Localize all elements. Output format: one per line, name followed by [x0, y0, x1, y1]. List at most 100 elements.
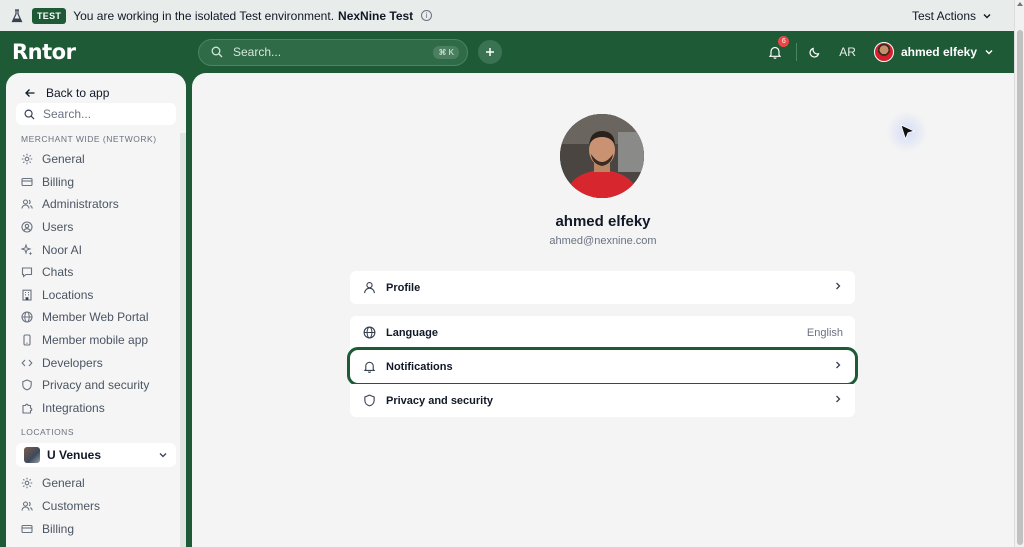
scroll-up-arrow-icon[interactable] [1017, 2, 1023, 6]
sidebar-scrollbar[interactable] [180, 133, 186, 547]
sidebar-item-label: Administrators [42, 197, 119, 212]
users-icon [21, 198, 33, 210]
gear-icon [21, 153, 33, 165]
credit-card-icon [21, 523, 33, 535]
menu-item-label: Privacy and security [386, 394, 494, 407]
sidebar-location-item-billing[interactable]: Billing [6, 517, 186, 540]
back-to-app-link[interactable]: Back to app [6, 73, 186, 103]
chevron-right-icon [833, 360, 843, 373]
plus-icon [486, 48, 494, 56]
sidebar-item-label: Locations [42, 287, 94, 302]
chevron-right-icon [833, 394, 843, 407]
building-icon [21, 289, 33, 301]
sidebar-item-label: Billing [42, 174, 75, 189]
code-icon [21, 357, 33, 369]
sidebar-item-label: Member mobile app [42, 333, 149, 348]
sidebar-item-users[interactable]: Users [6, 216, 186, 239]
language-toggle-button[interactable]: AR [839, 45, 856, 59]
bell-ring-icon [769, 46, 782, 59]
sidebar-item-billing[interactable]: Billing [6, 171, 186, 194]
sidebar-item-label: Integrations [42, 400, 105, 415]
sidebar-item-label: General [42, 476, 85, 491]
create-new-button[interactable] [478, 40, 502, 64]
notification-count-badge: 6 [778, 36, 790, 47]
notifications-menu-item[interactable]: Notifications [347, 347, 858, 386]
sidebar-item-noor-ai[interactable]: Noor AI [6, 238, 186, 261]
profile-avatar[interactable] [560, 114, 644, 198]
profile-menu-item[interactable]: Profile [350, 271, 855, 304]
credit-card-icon [21, 176, 33, 188]
info-icon[interactable]: i [421, 10, 433, 21]
notifications-button[interactable]: 6 [766, 36, 790, 61]
topbar-actions: 6 AR ahmed elfeky [766, 36, 994, 62]
scrollbar-thumb[interactable] [1017, 30, 1023, 545]
menu-item-label: Notifications [386, 360, 453, 373]
sidebar-item-label: Member Web Portal [42, 310, 149, 325]
user-circle-icon [21, 221, 33, 233]
sidebar-location-item-general[interactable]: General [6, 472, 186, 495]
phone-icon [21, 334, 33, 346]
user-name-label: ahmed elfeky [900, 45, 977, 59]
sidebar-search-input[interactable]: Search... [16, 103, 176, 125]
sidebar-item-label: Privacy and security [42, 378, 150, 393]
profile-name: ahmed elfeky [555, 213, 651, 230]
sidebar-item-administrators[interactable]: Administrators [6, 193, 186, 216]
sidebar-item-label: Customers [42, 499, 101, 514]
divider [796, 43, 798, 61]
sidebar-item-privacy-and-security[interactable]: Privacy and security [6, 374, 186, 397]
avatar [873, 42, 894, 62]
search-icon [24, 109, 35, 120]
test-badge: TEST [32, 7, 67, 24]
sidebar-location-item-customers[interactable]: Customers [6, 495, 186, 518]
language-value: English [806, 326, 843, 339]
environment-name: NexNine Test [338, 8, 414, 23]
section-label-locations: LOCATIONS [21, 427, 74, 438]
sidebar-item-label: Developers [42, 355, 103, 370]
sidebar-item-label: Billing [42, 521, 75, 536]
sidebar-item-integrations[interactable]: Integrations [6, 397, 186, 420]
chevron-down-icon [159, 453, 167, 458]
top-navigation-bar: Rntor Search... ⌘ K 6 AR ahmed elfeky [0, 31, 1014, 73]
global-search-input[interactable]: Search... ⌘ K [198, 38, 468, 66]
test-actions-label: Test Actions [911, 8, 976, 23]
sparkles-icon [21, 243, 33, 256]
gear-icon [21, 477, 33, 489]
sidebar-item-label: Users [42, 220, 74, 235]
chevron-down-icon [985, 50, 993, 55]
menu-item-label: Profile [386, 281, 421, 294]
venue-selected-label: U Venues [47, 448, 102, 463]
puzzle-icon [21, 402, 33, 414]
menu-item-label: Language [386, 326, 438, 339]
sidebar-item-general[interactable]: General [6, 148, 186, 171]
flask-icon [10, 8, 24, 23]
sidebar-item-developers[interactable]: Developers [6, 351, 186, 374]
page-scrollbar[interactable] [1014, 0, 1024, 547]
user-menu-button[interactable]: ahmed elfeky [873, 42, 994, 62]
sidebar-item-member-web-portal[interactable]: Member Web Portal [6, 306, 186, 329]
users-icon [21, 500, 33, 512]
moon-icon[interactable] [809, 46, 821, 58]
bell-icon [362, 360, 376, 374]
privacy-security-menu-item[interactable]: Privacy and security [350, 384, 855, 417]
venue-selector[interactable]: U Venues [16, 443, 176, 468]
location-nav-list: General Customers Billing [6, 472, 186, 540]
test-actions-dropdown[interactable]: Test Actions [912, 9, 992, 23]
language-menu-item[interactable]: Language English [350, 316, 855, 349]
shield-icon [21, 379, 33, 391]
mouse-cursor-icon [900, 124, 916, 141]
chevron-down-icon [983, 13, 991, 18]
sidebar-item-chats[interactable]: Chats [6, 261, 186, 284]
chevron-right-icon [833, 281, 843, 294]
globe-icon [362, 326, 376, 340]
settings-sidebar: Back to app Search... MERCHANT WIDE (NET… [6, 73, 186, 547]
sidebar-item-member-mobile-app[interactable]: Member mobile app [6, 329, 186, 352]
section-label-network: MERCHANT WIDE (NETWORK) [21, 134, 157, 144]
sidebar-item-locations[interactable]: Locations [6, 284, 186, 307]
globe-icon [21, 311, 33, 324]
profile-email: ahmed@nexnine.com [549, 235, 657, 247]
rntor-logo[interactable]: Rntor [12, 40, 192, 64]
search-placeholder: Search... [233, 45, 282, 59]
test-environment-banner: TEST You are working in the isolated Tes… [0, 0, 1014, 31]
arrow-left-icon [25, 89, 35, 97]
sidebar-item-label: Noor AI [42, 242, 83, 257]
